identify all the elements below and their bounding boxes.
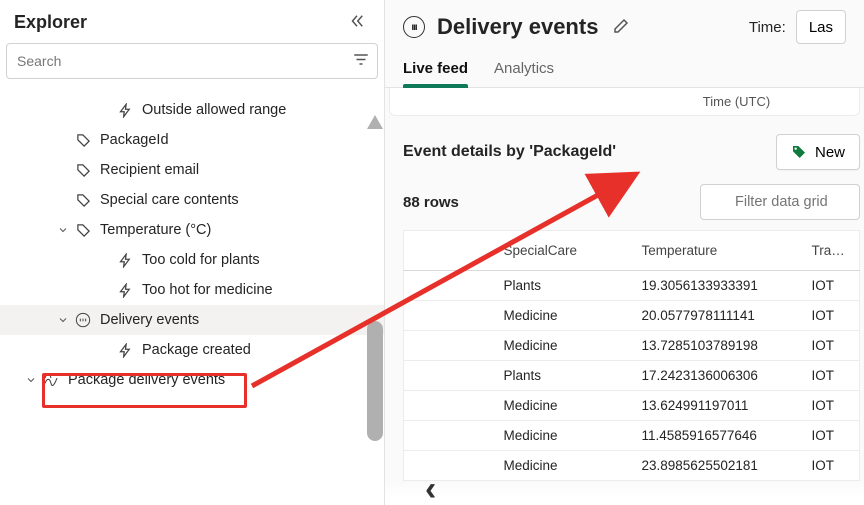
new-button-label: New [815, 144, 845, 161]
row-count: 88 rows [403, 194, 459, 211]
events-icon: ııı [403, 16, 425, 38]
tree-item-label: Too cold for plants [142, 252, 260, 268]
back-icon[interactable]: ‹ [425, 470, 436, 505]
bolt-icon [116, 101, 134, 119]
time-range-button[interactable]: Las [796, 10, 846, 44]
tree-item-delivery-events[interactable]: Delivery events [0, 305, 384, 335]
col-specialcare[interactable]: SpecialCare [492, 231, 630, 271]
col-tracking[interactable]: Tracking [800, 231, 860, 271]
tree-item-label: Temperature (°C) [100, 222, 211, 238]
tag-icon [74, 131, 92, 149]
explorer-title: Explorer [14, 12, 87, 33]
chevron-down-icon [56, 313, 70, 327]
bolt-icon [116, 251, 134, 269]
tree-item-special-care[interactable]: Special care contents [0, 185, 384, 215]
tree-item-recipient-email[interactable]: Recipient email [0, 155, 384, 185]
table-row[interactable]: Medicine13.624991197011IOT [404, 391, 860, 421]
detail-title: Event details by 'PackageId' [403, 143, 616, 161]
tab-live-feed[interactable]: Live feed [403, 52, 468, 87]
filter-grid-input[interactable] [700, 184, 860, 220]
tag-icon [74, 191, 92, 209]
bolt-icon [116, 281, 134, 299]
table-row[interactable]: Medicine20.0577978111141IOT [404, 301, 860, 331]
scrollbar-thumb[interactable] [367, 321, 383, 441]
time-label: Time: [749, 19, 786, 36]
filter-icon[interactable] [352, 51, 370, 72]
tree-item-package-created[interactable]: Package created [0, 335, 384, 365]
tree-item-label: PackageId [100, 132, 169, 148]
chevron-double-left-icon [348, 12, 366, 30]
tree-group-temperature[interactable]: Temperature (°C) [0, 215, 384, 245]
table-row[interactable]: Plants19.3056133933391IOT [404, 271, 860, 301]
events-icon [74, 311, 92, 329]
search-input[interactable] [6, 43, 378, 79]
new-button[interactable]: New [776, 134, 860, 170]
table-row[interactable]: Medicine23.8985625502181IOT [404, 451, 860, 481]
tree-item-too-cold[interactable]: Too cold for plants [0, 245, 384, 275]
tree-item-label: Recipient email [100, 162, 199, 178]
table-row[interactable]: Medicine13.7285103789198IOT [404, 331, 860, 361]
tag-green-icon [791, 144, 807, 160]
tab-analytics[interactable]: Analytics [494, 52, 554, 87]
tree-item-label: Outside allowed range [142, 102, 286, 118]
tree-item-label: Package delivery events [68, 372, 225, 388]
table-row[interactable]: Plants17.2423136006306IOT [404, 361, 860, 391]
tab-strip: Live feed Analytics [385, 48, 864, 88]
data-grid[interactable]: SpecialCare Temperature Tracking Plants1… [403, 230, 860, 481]
tree-item-package-delivery-events[interactable]: Package delivery events [0, 365, 384, 395]
col-temperature[interactable]: Temperature [630, 231, 800, 271]
table-header-row: SpecialCare Temperature Tracking [404, 231, 860, 271]
tree-item-outside-allowed[interactable]: Outside allowed range [0, 95, 384, 125]
chevron-down-icon [56, 223, 70, 237]
tree-item-label: Too hot for medicine [142, 282, 273, 298]
tree-item-label: Special care contents [100, 192, 239, 208]
collapse-explorer-button[interactable] [344, 8, 370, 37]
main-panel: ııı Delivery events Time: Las Live feed … [385, 0, 864, 505]
tag-icon [74, 161, 92, 179]
explorer-panel: Explorer Outside allowed range [0, 0, 385, 505]
tag-icon [74, 221, 92, 239]
page-title: Delivery events [437, 14, 598, 40]
table-row[interactable]: Medicine11.4585916577646IOT [404, 421, 860, 451]
tree-item-label: Package created [142, 342, 251, 358]
edit-button[interactable] [612, 17, 630, 38]
tree-item-package-id[interactable]: PackageId [0, 125, 384, 155]
bolt-icon [116, 341, 134, 359]
tree-item-too-hot[interactable]: Too hot for medicine [0, 275, 384, 305]
chevron-down-icon [24, 373, 38, 387]
tree-item-label: Delivery events [100, 312, 199, 328]
time-utc-label: Time (UTC) [703, 94, 770, 109]
flow-icon [42, 371, 60, 389]
utc-strip: Time (UTC) [389, 88, 860, 116]
